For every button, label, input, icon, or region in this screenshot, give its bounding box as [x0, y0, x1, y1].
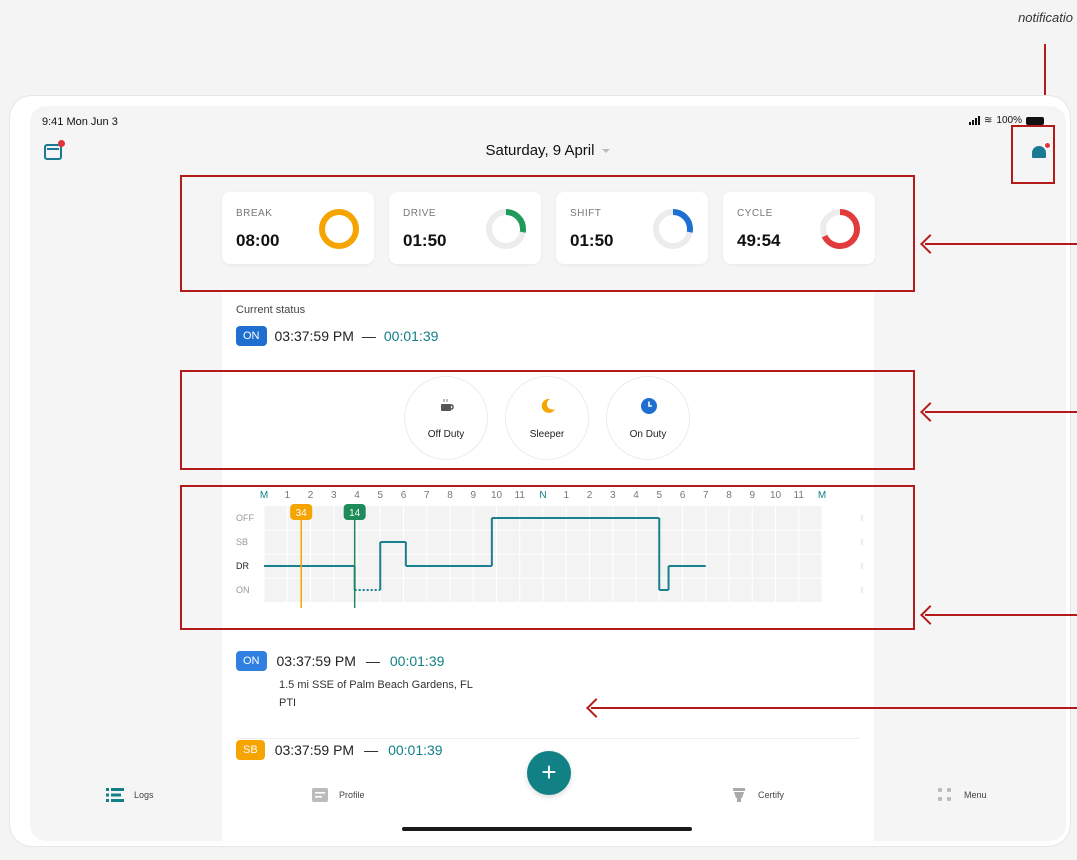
- plus-icon: +: [541, 757, 557, 787]
- grid-icon: [938, 788, 951, 801]
- entry-status-badge: ON: [236, 651, 267, 671]
- signal-icon: [969, 116, 981, 125]
- annotation-box-duty: [180, 370, 915, 470]
- annotation-arrow: [925, 243, 1077, 245]
- tab-certify-label: Certify: [758, 790, 785, 800]
- annotation-arrow-down: [1044, 44, 1046, 104]
- tab-profile[interactable]: Profile: [311, 788, 365, 802]
- list-icon: [106, 788, 124, 802]
- divider: [236, 738, 860, 739]
- profile-icon: [312, 788, 328, 802]
- annotation-note: notificatio: [1018, 10, 1073, 25]
- tab-logs[interactable]: Logs: [106, 788, 154, 802]
- status-dash: —: [361, 328, 376, 344]
- entry-time: 03:37:59 PM: [276, 653, 356, 669]
- entry-dash: —: [364, 742, 379, 758]
- entry-location: 1.5 mi SSE of Palm Beach Gardens, FL: [279, 679, 473, 691]
- chevron-down-icon: [602, 149, 611, 154]
- annotation-arrow: [925, 411, 1077, 413]
- date-selector[interactable]: Saturday, 9 April: [30, 142, 1066, 159]
- current-status-label: Current status: [236, 304, 306, 316]
- annotation-arrow: [591, 707, 1077, 709]
- annotation-arrow: [925, 614, 1077, 616]
- tab-profile-label: Profile: [339, 790, 365, 800]
- wifi-icon: ≋: [984, 115, 993, 126]
- entry-time: 03:37:59 PM: [274, 742, 355, 758]
- entry-dash: —: [365, 653, 380, 669]
- tab-certify[interactable]: Certify: [730, 788, 784, 802]
- add-event-button[interactable]: +: [527, 751, 571, 795]
- status-duration: 00:01:39: [383, 328, 439, 344]
- entry-status-badge: SB: [236, 740, 265, 760]
- annotation-box-stats: [180, 175, 915, 292]
- status-badge: ON: [236, 326, 267, 346]
- status-time: 03:37:59 PM: [274, 328, 354, 344]
- annotation-box-chart: [180, 485, 915, 630]
- log-entry[interactable]: ON 03:37:59 PM — 00:01:39 1.5 mi SSE of …: [236, 651, 860, 709]
- battery-icon: [1026, 116, 1044, 125]
- tab-menu[interactable]: Menu: [936, 788, 987, 802]
- tab-logs-label: Logs: [134, 790, 154, 800]
- status-time: 9:41 Mon Jun 3: [42, 116, 118, 128]
- annotation-box-bell: [1011, 125, 1055, 184]
- entry-duration: 00:01:39: [388, 742, 443, 758]
- certify-icon: [733, 788, 745, 802]
- home-indicator: [402, 827, 692, 831]
- date-title: Saturday, 9 April: [485, 142, 595, 159]
- entry-duration: 00:01:39: [389, 653, 445, 669]
- tab-menu-label: Menu: [964, 790, 987, 800]
- current-status-row: ON 03:37:59 PM — 00:01:39: [236, 326, 438, 346]
